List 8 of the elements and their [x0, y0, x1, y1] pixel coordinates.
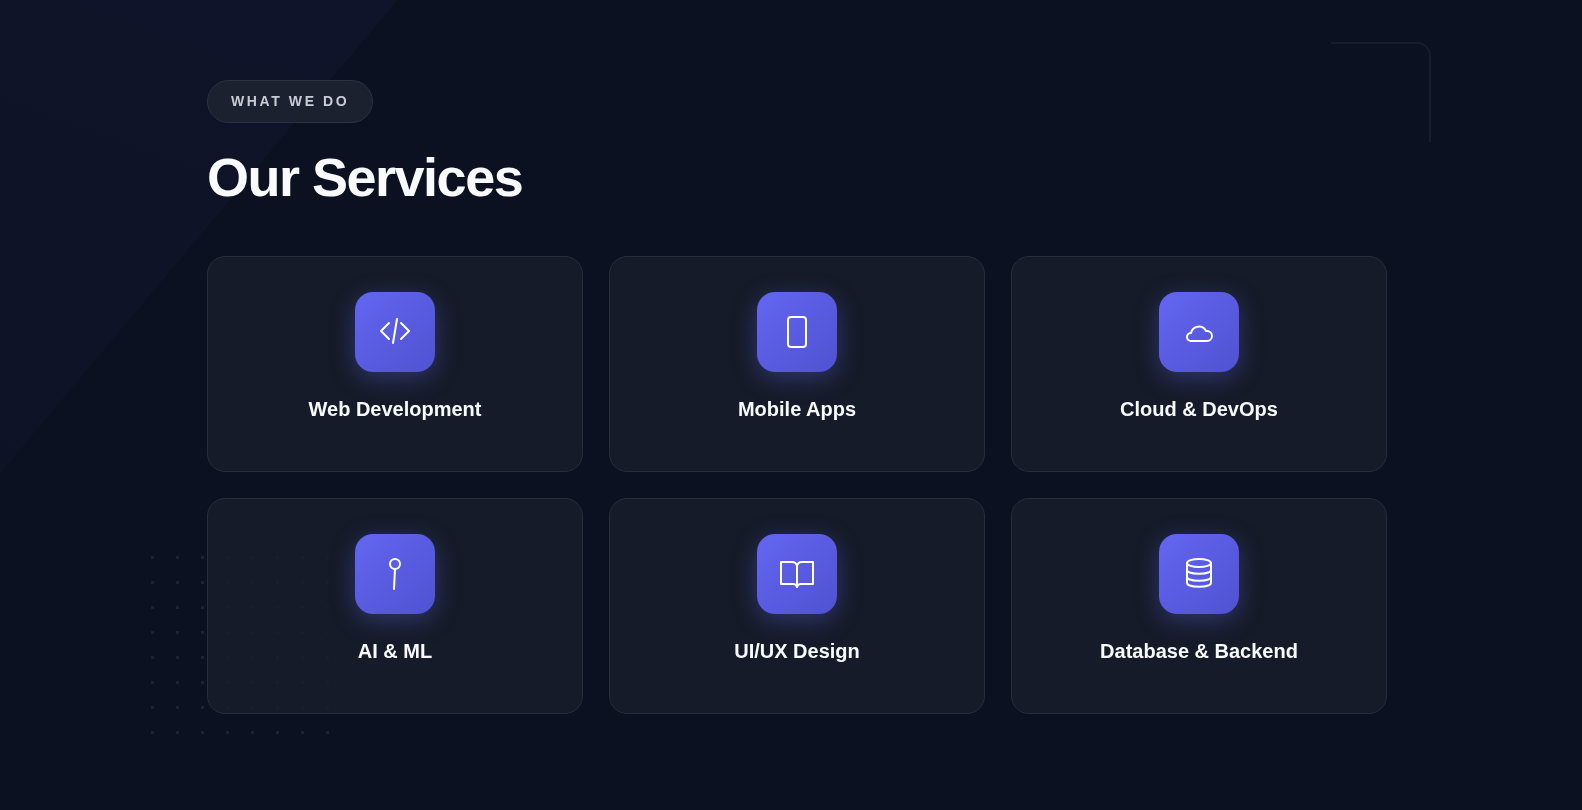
service-title: Cloud & DevOps [1120, 396, 1278, 422]
service-title: UI/UX Design [734, 638, 860, 664]
section-title: Our Services [207, 146, 524, 209]
service-title: Mobile Apps [737, 396, 857, 422]
service-title: AI & ML [357, 638, 433, 664]
section-eyebrow-label: WHAT WE DO [207, 80, 374, 123]
service-title: Database & Backend [1100, 638, 1298, 664]
service-title: Web Development [308, 396, 482, 422]
